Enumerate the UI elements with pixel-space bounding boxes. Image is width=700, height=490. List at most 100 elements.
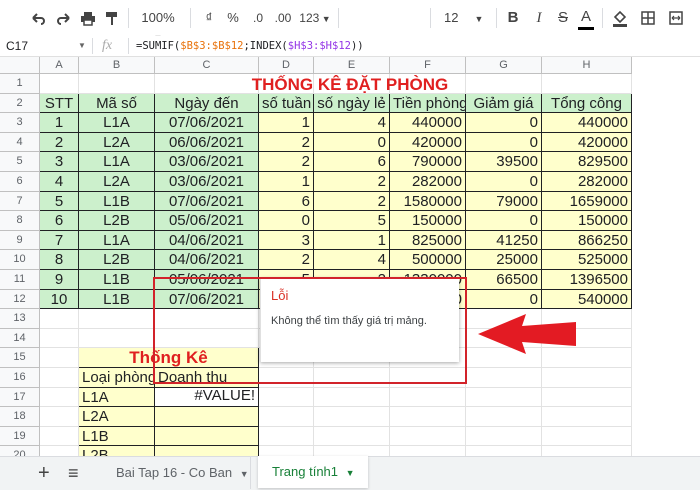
row-header-12[interactable]: 12 — [0, 289, 40, 310]
grid-cell[interactable] — [259, 387, 314, 408]
data-cell[interactable]: 540000 — [542, 289, 632, 310]
data-cell[interactable]: L1A — [79, 152, 155, 172]
header-cell[interactable]: Mã số — [79, 93, 155, 114]
data-cell[interactable]: 41250 — [466, 230, 542, 251]
row-header-14[interactable]: 14 — [0, 328, 40, 349]
data-cell[interactable]: 1 — [259, 113, 314, 133]
data-cell[interactable]: 1 — [40, 113, 79, 133]
data-cell[interactable]: 79000 — [466, 191, 542, 212]
header-cell[interactable]: Tổng công — [542, 93, 632, 114]
data-cell[interactable]: 6 — [259, 191, 314, 212]
data-cell[interactable]: 440000 — [390, 113, 466, 133]
data-cell[interactable]: L1A — [79, 113, 155, 133]
merge-cells-icon[interactable] — [668, 9, 684, 27]
data-cell[interactable]: L2A — [79, 172, 155, 192]
all-sheets-button[interactable]: ≡ — [68, 463, 79, 483]
data-cell[interactable]: 9 — [40, 270, 79, 290]
grid-cell[interactable] — [390, 407, 466, 427]
grid-cell[interactable] — [390, 426, 466, 447]
stats-room-cell[interactable]: L1B — [79, 426, 155, 447]
percent-button[interactable]: % — [226, 9, 240, 27]
data-cell[interactable]: 790000 — [390, 152, 466, 172]
font-size-select[interactable]: 12 ▼ — [444, 9, 488, 27]
data-cell[interactable]: 4 — [314, 113, 390, 133]
data-cell[interactable]: 2 — [314, 172, 390, 192]
grid-cell[interactable] — [466, 407, 542, 427]
data-cell[interactable]: L1A — [79, 230, 155, 251]
add-sheet-button[interactable]: + — [38, 463, 50, 483]
data-cell[interactable]: 0 — [314, 132, 390, 153]
data-cell[interactable]: 04/06/2021 — [155, 250, 259, 270]
decrease-decimal-button[interactable]: .0 — [248, 9, 268, 27]
grid-cell[interactable] — [390, 387, 466, 408]
data-cell[interactable]: 525000 — [542, 250, 632, 270]
currency-button[interactable]: ₫ — [202, 9, 216, 27]
grid-cell[interactable] — [314, 407, 390, 427]
row-header-1[interactable]: 1 — [0, 74, 40, 94]
grid-cell[interactable] — [79, 328, 155, 349]
grid-cell[interactable] — [542, 407, 632, 427]
grid-cell[interactable] — [40, 426, 79, 447]
data-cell[interactable]: 2 — [40, 132, 79, 153]
data-cell[interactable]: 0 — [259, 211, 314, 231]
grid-cell[interactable] — [466, 426, 542, 447]
data-cell[interactable]: 420000 — [390, 132, 466, 153]
header-cell[interactable]: số ngày lẻ — [314, 93, 390, 114]
row-header-7[interactable]: 7 — [0, 191, 40, 212]
grid-cell[interactable] — [542, 368, 632, 388]
data-cell[interactable]: 1396500 — [542, 270, 632, 290]
data-cell[interactable]: 0 — [466, 172, 542, 192]
data-cell[interactable]: 5 — [314, 211, 390, 231]
zoom-select[interactable]: 100% ▼ — [140, 9, 176, 43]
grid-cell[interactable] — [542, 74, 632, 94]
data-cell[interactable]: 07/06/2021 — [155, 113, 259, 133]
grid-cell[interactable] — [542, 426, 632, 447]
grid-cell[interactable] — [314, 426, 390, 447]
paint-format-icon[interactable] — [104, 9, 120, 27]
header-cell[interactable]: Ngày đến — [155, 93, 259, 114]
stats-header-cell[interactable]: Loại phòng — [79, 368, 156, 388]
grid-cell[interactable] — [259, 426, 314, 447]
data-cell[interactable]: 282000 — [542, 172, 632, 192]
stats-revenue-cell[interactable] — [155, 426, 259, 447]
grid-cell[interactable] — [259, 407, 314, 427]
grid-cell[interactable] — [314, 368, 390, 388]
row-header-15[interactable]: 15 — [0, 348, 40, 368]
grid-cell[interactable] — [466, 368, 542, 388]
data-cell[interactable]: 500000 — [390, 250, 466, 270]
data-cell[interactable]: L1B — [79, 289, 155, 310]
data-cell[interactable]: 420000 — [542, 132, 632, 153]
italic-button[interactable]: I — [532, 9, 546, 27]
fill-color-icon[interactable] — [612, 9, 628, 27]
data-cell[interactable]: L2A — [79, 132, 155, 153]
grid-cell[interactable] — [466, 387, 542, 408]
row-header-4[interactable]: 4 — [0, 132, 40, 153]
strikethrough-button[interactable]: S — [556, 9, 570, 27]
data-cell[interactable]: 1 — [259, 172, 314, 192]
row-header-8[interactable]: 8 — [0, 211, 40, 231]
row-header-16[interactable]: 16 — [0, 368, 40, 388]
data-cell[interactable]: 05/06/2021 — [155, 270, 259, 290]
grid-cell[interactable] — [40, 407, 79, 427]
grid-cell[interactable] — [79, 74, 155, 94]
data-cell[interactable]: L1B — [79, 270, 155, 290]
data-cell[interactable]: 1 — [314, 230, 390, 251]
select-all-corner[interactable] — [0, 57, 40, 74]
row-header-9[interactable]: 9 — [0, 230, 40, 251]
grid-cell[interactable] — [79, 309, 155, 329]
increase-decimal-button[interactable]: .00 — [272, 9, 294, 27]
data-cell[interactable]: 03/06/2021 — [155, 152, 259, 172]
data-cell[interactable]: 3 — [40, 152, 79, 172]
bold-button[interactable]: B — [506, 9, 520, 27]
data-cell[interactable]: 05/06/2021 — [155, 211, 259, 231]
column-header-b[interactable]: B — [79, 57, 155, 74]
data-cell[interactable]: 4 — [314, 250, 390, 270]
print-icon[interactable] — [80, 9, 96, 27]
data-cell[interactable]: 6 — [40, 211, 79, 231]
grid-cell[interactable] — [390, 368, 466, 388]
sheet-tab-active[interactable]: Trang tính1 ▼ — [258, 456, 368, 488]
stats-revenue-cell[interactable] — [155, 407, 259, 427]
header-cell[interactable]: STT — [40, 93, 79, 114]
row-header-19[interactable]: 19 — [0, 426, 40, 447]
grid-cell[interactable] — [155, 328, 259, 349]
